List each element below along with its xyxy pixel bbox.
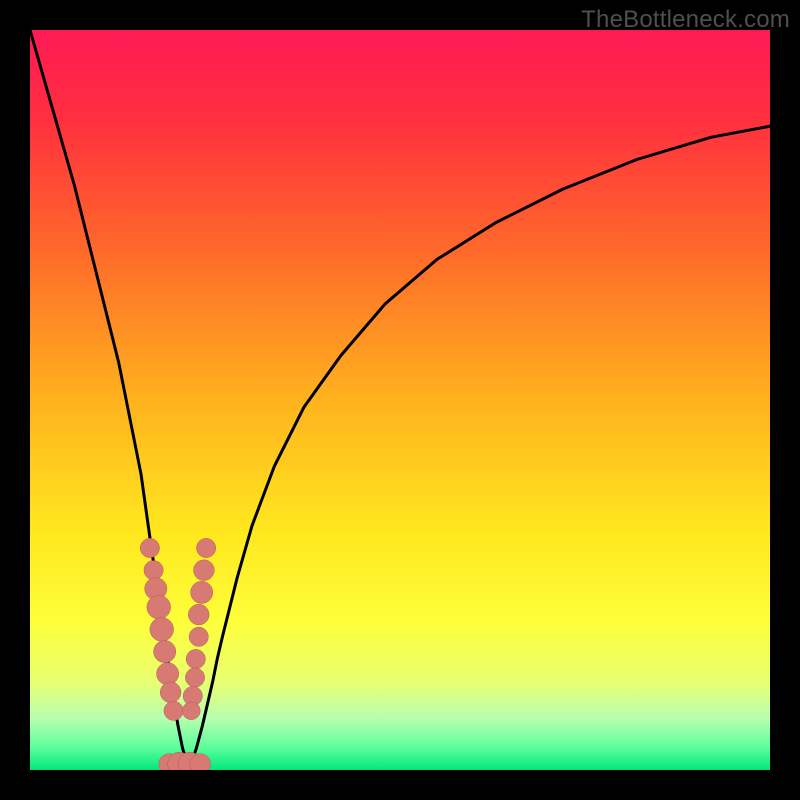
- outer-frame: TheBottleneck.com: [0, 0, 800, 800]
- data-marker: [154, 641, 176, 663]
- data-marker: [191, 581, 213, 603]
- bottleneck-chart: [30, 30, 770, 770]
- data-marker: [144, 561, 163, 580]
- data-marker: [185, 668, 204, 687]
- data-marker: [157, 663, 179, 685]
- data-marker: [186, 649, 205, 668]
- plot-area: [30, 30, 770, 770]
- data-marker: [164, 701, 183, 720]
- data-marker: [188, 604, 209, 625]
- data-marker: [194, 560, 215, 581]
- data-marker: [140, 538, 159, 557]
- watermark-text: TheBottleneck.com: [581, 6, 790, 34]
- data-marker: [150, 618, 174, 642]
- gradient-background: [30, 30, 770, 770]
- data-marker: [160, 682, 181, 703]
- data-marker: [197, 538, 216, 557]
- data-marker: [147, 595, 171, 619]
- data-marker: [189, 627, 208, 646]
- data-marker: [182, 702, 200, 720]
